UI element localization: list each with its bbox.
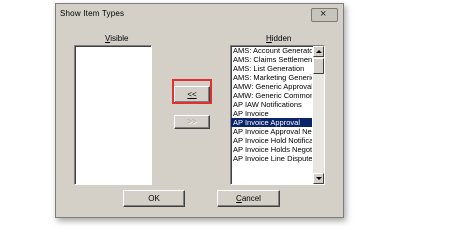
ok-button[interactable]: OK (123, 190, 185, 207)
visible-item-list[interactable] (74, 45, 152, 185)
list-item[interactable]: AMS: Marketing Generic (231, 73, 312, 82)
close-icon: × (320, 8, 327, 20)
scroll-up-button[interactable] (313, 46, 324, 57)
list-item[interactable]: AP Invoice Hold Notifica (231, 136, 312, 145)
show-item-types-dialog: Show Item Types × Visible Hidden AMS: Ac… (55, 3, 344, 218)
title-bar: Show Item Types × (56, 4, 343, 23)
up-arrow-icon (316, 50, 322, 53)
list-item[interactable]: AP Invoice Approval (231, 118, 312, 127)
cancel-button[interactable]: Cancel (217, 190, 280, 207)
list-item[interactable]: AP Invoice (231, 109, 312, 118)
close-button[interactable]: × (311, 8, 338, 22)
visible-column-header: Visible (105, 34, 129, 43)
list-item[interactable]: AP Invoice Line Dispute (231, 154, 312, 163)
down-arrow-icon (316, 177, 322, 180)
hidden-column-header: Hidden (266, 34, 292, 43)
list-item[interactable]: AMW: Generic Approval (231, 82, 312, 91)
dialog-title: Show Item Types (60, 9, 125, 18)
hidden-items-container: AMS: Account Generato AMS: Claims Settlem… (231, 46, 324, 163)
list-item[interactable]: AMS: Account Generato (231, 46, 312, 55)
scroll-down-button[interactable] (313, 173, 324, 184)
list-item[interactable]: AMS: List Generation (231, 64, 312, 73)
list-item[interactable]: AP Invoice Approval Ne (231, 127, 312, 136)
list-item[interactable]: AMS: Claims Settlement (231, 55, 312, 64)
scrollbar-thumb[interactable] (313, 58, 324, 74)
hidden-item-list[interactable]: AMS: Account Generato AMS: Claims Settlem… (230, 45, 325, 185)
hidden-list-scrollbar[interactable] (313, 46, 324, 184)
move-to-hidden-button[interactable]: >> (174, 115, 210, 129)
list-item[interactable]: AP IAW Notifications (231, 100, 312, 109)
list-item[interactable]: AP Invoice Holds Negot (231, 145, 312, 154)
annotation-highlight-box (172, 79, 212, 104)
list-item[interactable]: AMW: Generic Common (231, 91, 312, 100)
